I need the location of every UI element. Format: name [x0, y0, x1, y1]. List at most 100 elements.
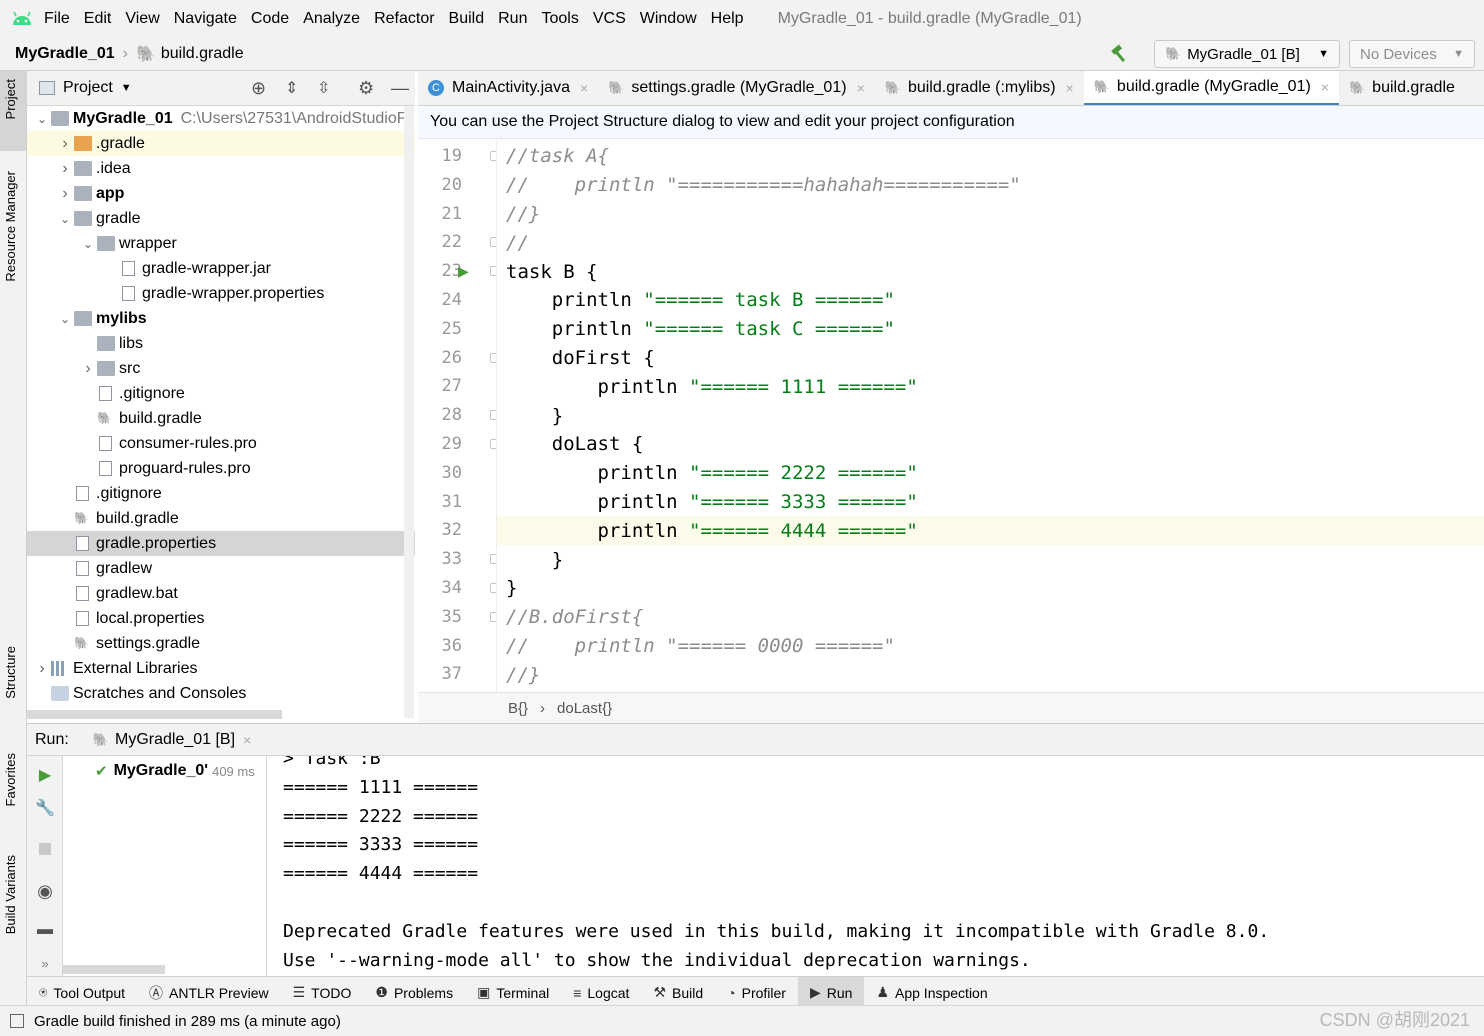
tree-node[interactable]: .gitignore [27, 481, 415, 506]
tree-node[interactable]: ⌄ wrapper [27, 231, 415, 256]
tree-node[interactable]: ⌄ mylibs [27, 306, 415, 331]
tree-node[interactable]: local.properties [27, 606, 415, 631]
menu-build[interactable]: Build [449, 10, 485, 28]
tree-node[interactable]: .gitignore [27, 381, 415, 406]
tree-node[interactable]: ⌄ MyGradle_01 C:\Users\27531\AndroidStudio… [27, 106, 415, 131]
device-selector[interactable]: No Devices ▼ [1349, 40, 1475, 68]
expanded-arrow-icon[interactable]: ⌄ [81, 237, 95, 251]
editor-tab[interactable]: 🐘 build.gradle (MyGradle_01) × [1083, 71, 1339, 105]
menu-run[interactable]: Run [498, 10, 527, 28]
run-tree-hscrollbar[interactable] [63, 965, 165, 974]
menu-file[interactable]: File [44, 10, 70, 28]
tab-logcat[interactable]: ≡ Logcat [561, 977, 641, 1009]
editor-tab[interactable]: C MainActivity.java × [418, 71, 598, 105]
eye-icon[interactable]: ◉ [36, 881, 54, 901]
run-console[interactable]: > Task :B ====== 1111 ====== ====== 2222 =… [268, 756, 1484, 976]
locate-icon[interactable]: ⊕ [251, 78, 266, 99]
tab-app-inspection[interactable]: ♟ App Inspection [864, 977, 999, 1009]
resource-manager-tool-label[interactable]: Resource Manager [3, 171, 18, 282]
tree-node[interactable]: › External Libraries [27, 656, 415, 681]
tab-antlr-preview[interactable]: Ⓐ ANTLR Preview [137, 977, 281, 1009]
tree-node[interactable]: 🐘 build.gradle [27, 406, 415, 431]
breadcrumb-b[interactable]: B{} [508, 700, 528, 717]
expanded-arrow-icon[interactable]: ⌄ [58, 212, 72, 226]
close-icon[interactable]: × [243, 732, 251, 748]
tree-node[interactable]: gradle.properties [27, 531, 415, 556]
menu-refactor[interactable]: Refactor [374, 10, 434, 28]
breadcrumb-dolast[interactable]: doLast{} [557, 700, 612, 717]
collapsed-arrow-icon[interactable]: › [35, 660, 49, 678]
close-icon[interactable]: × [580, 80, 588, 96]
tree-node[interactable]: gradlew.bat [27, 581, 415, 606]
editor-tab[interactable]: 🐘 build.gradle [1339, 71, 1465, 105]
tree-node[interactable]: gradle-wrapper.properties [27, 281, 415, 306]
menu-code[interactable]: Code [251, 10, 289, 28]
build-variants-tool-label[interactable]: Build Variants [3, 855, 18, 934]
layout-icon[interactable]: ▬ [36, 921, 54, 939]
tree-node[interactable]: libs [27, 331, 415, 356]
close-icon[interactable]: × [1321, 79, 1329, 95]
collapsed-arrow-icon[interactable]: › [81, 360, 95, 378]
close-icon[interactable]: × [857, 80, 865, 96]
project-tool-button[interactable]: Project [0, 71, 26, 151]
tab-build[interactable]: ⚒ Build [641, 977, 715, 1009]
tab-profiler[interactable]: ◔ Profiler [715, 977, 798, 1009]
tab-problems[interactable]: ❶ Problems [363, 977, 465, 1009]
tab-run[interactable]: ▶ Run [797, 976, 865, 1009]
menu-tools[interactable]: Tools [541, 10, 578, 28]
menu-edit[interactable]: Edit [84, 10, 112, 28]
tree-node[interactable]: › src [27, 356, 415, 381]
tab-todo[interactable]: ☰ TODO [281, 977, 364, 1009]
code-editor[interactable]: //task A{// println "===========hahahah=… [496, 139, 1484, 692]
close-icon[interactable]: × [1066, 80, 1074, 96]
project-view-label[interactable]: Project [63, 79, 113, 97]
hide-panel-icon[interactable]: — [391, 78, 409, 99]
collapsed-arrow-icon[interactable]: › [58, 185, 72, 203]
favorites-tool-label[interactable]: Favorites [3, 753, 18, 806]
collapsed-arrow-icon[interactable]: › [58, 135, 72, 153]
collapsed-arrow-icon[interactable]: › [58, 160, 72, 178]
editor-tab[interactable]: 🐘 settings.gradle (MyGradle_01) × [598, 71, 875, 105]
project-tree-hscrollbar[interactable] [27, 710, 282, 719]
gear-icon[interactable]: ⚙ [358, 78, 374, 99]
breadcrumb-file[interactable]: build.gradle [161, 45, 244, 63]
expanded-arrow-icon[interactable]: ⌄ [58, 312, 72, 326]
tree-node[interactable]: › app [27, 181, 415, 206]
expand-all-icon[interactable]: ⇕ [285, 78, 298, 98]
editor-tab[interactable]: 🐘 build.gradle (:mylibs) × [875, 71, 1084, 105]
tree-node[interactable]: 🐘 build.gradle [27, 506, 415, 531]
tree-node[interactable]: › .gradle [27, 131, 415, 156]
stop-icon[interactable] [36, 840, 54, 858]
menu-help[interactable]: Help [711, 10, 744, 28]
menu-view[interactable]: View [125, 10, 159, 28]
structure-tool-label[interactable]: Structure [3, 646, 18, 699]
breadcrumb-project[interactable]: MyGradle_01 [15, 45, 115, 63]
run-tree-item[interactable]: ✔ MyGradle_0' 409 ms [95, 762, 255, 780]
tree-node[interactable]: consumer-rules.pro [27, 431, 415, 456]
tree-node[interactable]: 🐘 settings.gradle [27, 631, 415, 656]
run-config-selector[interactable]: 🐘 MyGradle_01 [B] ▼ [1154, 40, 1340, 68]
run-gutter-icon[interactable]: ▶ [458, 263, 469, 280]
hammer-build-icon[interactable] [1109, 44, 1131, 64]
tree-node[interactable]: › .idea [27, 156, 415, 181]
expanded-arrow-icon[interactable]: ⌄ [35, 112, 49, 126]
status-toggle-icon[interactable] [10, 1014, 24, 1028]
menu-navigate[interactable]: Navigate [174, 10, 237, 28]
tree-node[interactable]: Scratches and Consoles [27, 681, 415, 706]
menu-analyze[interactable]: Analyze [303, 10, 360, 28]
run-tab-label[interactable]: MyGradle_01 [B] [115, 731, 235, 749]
tab-terminal[interactable]: ▣ Terminal [465, 977, 561, 1009]
tree-node[interactable]: proguard-rules.pro [27, 456, 415, 481]
more-icon[interactable]: » [36, 954, 54, 972]
dropdown-arrow-icon[interactable]: ▼ [121, 82, 132, 94]
project-tree-scrollbar[interactable] [404, 106, 414, 718]
tree-node[interactable]: gradlew [27, 556, 415, 581]
menu-vcs[interactable]: VCS [593, 10, 626, 28]
rerun-icon[interactable]: ▶ [36, 766, 54, 784]
tab-tool-output[interactable]: ⍟ Tool Output [27, 977, 137, 1009]
wrench-icon[interactable]: 🔧 [35, 799, 55, 817]
tree-node[interactable]: ⌄ gradle [27, 206, 415, 231]
menu-window[interactable]: Window [640, 10, 697, 28]
collapse-all-icon[interactable]: ⇳ [317, 78, 330, 98]
tree-node[interactable]: gradle-wrapper.jar [27, 256, 415, 281]
